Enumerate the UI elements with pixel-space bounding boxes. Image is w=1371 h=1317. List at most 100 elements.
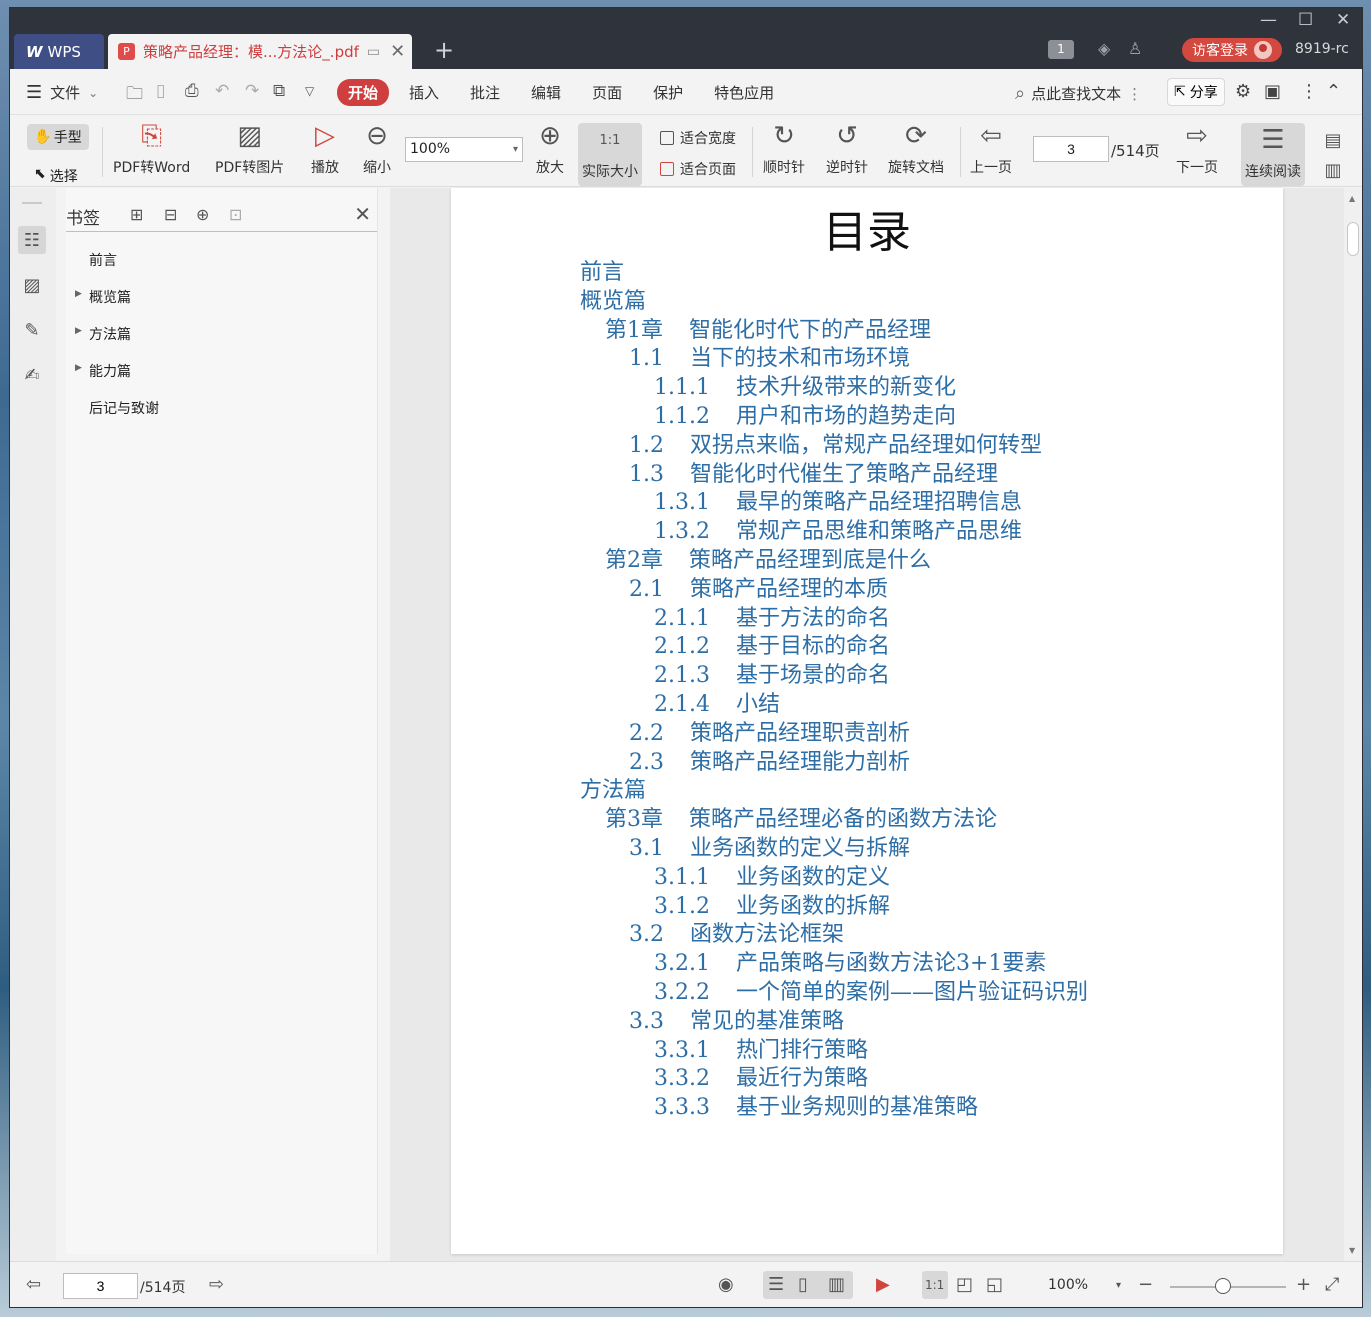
- collapse-ribbon-icon[interactable]: ⌃: [1326, 81, 1341, 102]
- add-bookmark-icon[interactable]: ⊕: [196, 205, 209, 224]
- toc-entry[interactable]: 3.1 业务函数的定义与拆解: [629, 830, 910, 862]
- print-icon[interactable]: ⎙: [185, 81, 199, 101]
- scroll-up-icon[interactable]: ▲: [1349, 194, 1355, 203]
- tab-protect[interactable]: 保护: [642, 79, 694, 106]
- expand-arrow-icon[interactable]: ▶: [75, 363, 82, 373]
- toc-entry[interactable]: 1.3 智能化时代催生了策略产品经理: [629, 456, 998, 488]
- toc-entry[interactable]: 概览篇: [580, 283, 646, 315]
- toc-entry[interactable]: 方法篇: [580, 772, 646, 804]
- minimize-icon[interactable]: —: [1260, 10, 1277, 30]
- toc-entry[interactable]: 3.1.2 业务函数的拆解: [654, 888, 890, 920]
- skin-icon[interactable]: ◈: [1098, 39, 1110, 58]
- tab-start[interactable]: 开始: [337, 79, 390, 106]
- two-page-view-button[interactable]: ▥: [1316, 153, 1350, 187]
- redo-icon[interactable]: ↷: [245, 81, 259, 101]
- rotate-clockwise-button[interactable]: ↻ 顺时针: [763, 119, 805, 177]
- more-options-icon[interactable]: ⋮: [1300, 81, 1318, 102]
- close-tab-icon[interactable]: ✕: [390, 41, 405, 62]
- toc-entry[interactable]: 2.1 策略产品经理的本质: [629, 571, 888, 603]
- toc-entry[interactable]: 2.1.1 基于方法的命名: [654, 600, 890, 632]
- continuous-reading-button[interactable]: ☰ 连续阅读: [1241, 123, 1305, 186]
- play-button[interactable]: ▷ 播放: [308, 119, 342, 177]
- toc-entry[interactable]: 第3章 策略产品经理必备的函数方法论: [605, 801, 997, 833]
- next-page-button[interactable]: ⇨ 下一页: [1176, 119, 1218, 177]
- toc-entry[interactable]: 3.2 函数方法论框架: [629, 916, 844, 948]
- toc-entry[interactable]: 3.3.2 最近行为策略: [654, 1060, 868, 1092]
- zoom-in-icon[interactable]: +: [1296, 1274, 1311, 1295]
- find-text-search[interactable]: ⌕ 点此查找文本 ⋮: [1015, 83, 1142, 104]
- fit-page-icon[interactable]: ◰: [956, 1274, 973, 1295]
- rotate-counterclockwise-button[interactable]: ↺ 逆时针: [826, 119, 868, 177]
- play-slideshow-icon[interactable]: ▶: [876, 1274, 890, 1295]
- more-vertical-icon[interactable]: ⋮: [1127, 85, 1142, 103]
- tab-annotate[interactable]: 批注: [459, 79, 511, 106]
- zoom-out-icon[interactable]: −: [1138, 1274, 1153, 1295]
- toc-entry[interactable]: 2.2 策略产品经理职责剖析: [629, 715, 910, 747]
- bookmark-item-methods[interactable]: ▶ 方法篇: [66, 324, 377, 361]
- toc-entry[interactable]: 第2章 策略产品经理到底是什么: [605, 542, 931, 574]
- monitor-icon[interactable]: ▭: [367, 44, 380, 60]
- status-page-input[interactable]: [63, 1273, 138, 1299]
- toc-entry[interactable]: 2.1.3 基于场景的命名: [654, 657, 890, 689]
- signature-panel-icon[interactable]: ✍: [18, 361, 46, 389]
- bookmark-item-afterword[interactable]: 后记与致谢: [66, 398, 377, 435]
- prev-page-icon[interactable]: ⇦: [26, 1274, 41, 1295]
- bookmark-item-overview[interactable]: ▶ 概览篇: [66, 287, 377, 324]
- document-view[interactable]: 目录 前言 概览篇 第1章 智能化时代下的产品经理 1.1 当下的技术和市场环境 1.1.1…: [390, 188, 1344, 1261]
- annotation-panel-icon[interactable]: ✎: [18, 316, 46, 344]
- toc-entry[interactable]: 1.1.1 技术升级带来的新变化: [654, 369, 956, 401]
- wps-app-tab[interactable]: W WPS: [14, 34, 104, 69]
- bookmark-item-preface[interactable]: 前言: [66, 250, 377, 287]
- toc-entry[interactable]: 3.2.1 产品策略与函数方法论3+1要素: [654, 945, 1046, 977]
- toc-entry[interactable]: 1.2 双拐点来临，常规产品经理如何转型: [629, 427, 1042, 459]
- actual-size-icon[interactable]: 1:1: [925, 1278, 944, 1292]
- comment-icon[interactable]: ▣: [1264, 81, 1281, 102]
- rotate-document-button[interactable]: ⟳ 旋转文档: [888, 119, 944, 177]
- new-tab-plus-icon[interactable]: +: [434, 36, 454, 64]
- vertical-scrollbar[interactable]: ▲ ▼: [1344, 188, 1362, 1261]
- zoom-in-button[interactable]: ⊕ 放大: [533, 119, 567, 177]
- close-panel-icon[interactable]: ✕: [354, 202, 371, 226]
- pdf-to-word-button[interactable]: ⎘ PDF转Word: [113, 119, 190, 177]
- guest-login-button[interactable]: 访客登录: [1182, 38, 1282, 62]
- single-page-view-button[interactable]: ▤: [1316, 123, 1350, 157]
- toc-entry[interactable]: 3.3.3 基于业务规则的基准策略: [654, 1089, 978, 1121]
- expand-arrow-icon[interactable]: ▶: [75, 289, 82, 299]
- maximize-icon[interactable]: ☐: [1298, 10, 1313, 30]
- tab-special-apps[interactable]: 特色应用: [703, 79, 785, 106]
- pdf-to-image-button[interactable]: ▨ PDF转图片: [215, 119, 284, 177]
- undo-icon[interactable]: ↶: [215, 81, 229, 101]
- zoom-slider-knob[interactable]: [1215, 1278, 1231, 1294]
- collapse-all-icon[interactable]: ⊟: [164, 205, 177, 224]
- window-count-badge[interactable]: 1: [1048, 40, 1074, 59]
- fit-width-icon[interactable]: ◱: [986, 1274, 1003, 1295]
- page-number-input[interactable]: [1033, 136, 1109, 162]
- toc-entry[interactable]: 1.1.2 用户和市场的趋势走向: [654, 398, 956, 430]
- tab-edit[interactable]: 编辑: [520, 79, 572, 106]
- toc-entry[interactable]: 3.2.2 一个简单的案例——图片验证码识别: [654, 974, 1088, 1006]
- toc-entry[interactable]: 第1章 智能化时代下的产品经理: [605, 312, 931, 344]
- toc-entry[interactable]: 3.1.1 业务函数的定义: [654, 859, 890, 891]
- zoom-out-button[interactable]: ⊖ 缩小: [360, 119, 394, 177]
- document-tab[interactable]: P 策略产品经理：模...方法论_.pdf ▭ ✕: [108, 34, 412, 69]
- toc-entry[interactable]: 3.3 常见的基准策略: [629, 1003, 844, 1035]
- toc-entry[interactable]: 3.3.1 热门排行策略: [654, 1032, 868, 1064]
- thumbnail-panel-icon[interactable]: ▨: [18, 271, 46, 299]
- scrollbar-thumb[interactable]: [1347, 222, 1359, 256]
- toc-entry[interactable]: 2.3 策略产品经理能力剖析: [629, 744, 910, 776]
- bookmark-panel-icon[interactable]: ☷: [18, 226, 46, 254]
- scroll-down-icon[interactable]: ▼: [1349, 1246, 1355, 1255]
- actual-size-button[interactable]: 1:1 实际大小: [578, 123, 642, 186]
- eye-protection-icon[interactable]: ◉: [718, 1274, 734, 1295]
- toc-entry[interactable]: 1.3.2 常规产品思维和策略产品思维: [654, 513, 1022, 545]
- shirt-icon[interactable]: ♙: [1128, 39, 1142, 58]
- expand-arrow-icon[interactable]: ▶: [75, 326, 82, 336]
- toc-entry[interactable]: 1.1 当下的技术和市场环境: [629, 340, 910, 372]
- status-zoom-level[interactable]: 100%: [1048, 1277, 1088, 1293]
- open-folder-icon[interactable]: 🗀: [126, 81, 143, 110]
- previous-page-button[interactable]: ⇦ 上一页: [970, 119, 1012, 177]
- zoom-dropdown-icon[interactable]: ▾: [1116, 1280, 1121, 1291]
- fit-page-button[interactable]: 适合页面: [660, 159, 736, 179]
- single-page-view-icon[interactable]: ▯: [798, 1274, 808, 1295]
- toc-entry[interactable]: 前言: [580, 254, 624, 286]
